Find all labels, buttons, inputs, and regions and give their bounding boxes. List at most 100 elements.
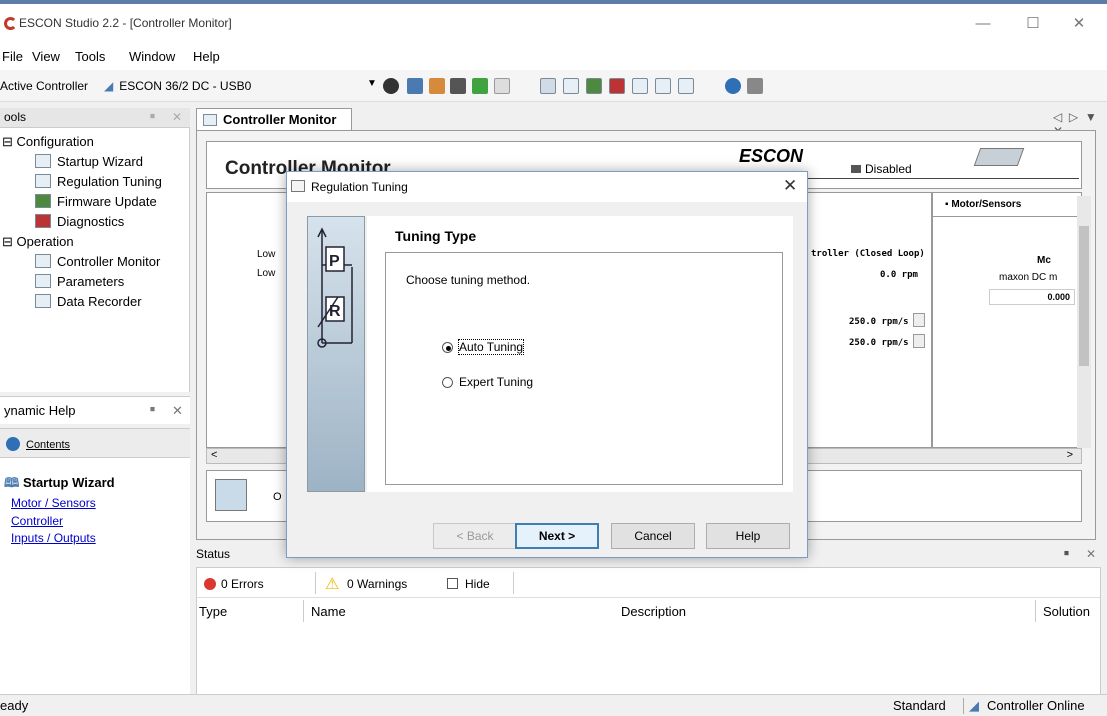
- diagnostics-tree-icon: [35, 214, 51, 228]
- scroll-left-icon[interactable]: <: [211, 449, 217, 461]
- close-panel-icon[interactable]: ✕: [1086, 547, 1096, 561]
- cancel-button[interactable]: Cancel: [611, 523, 695, 549]
- tree-diagnostics[interactable]: Diagnostics: [35, 214, 124, 229]
- parameters-tree-icon: [35, 274, 51, 288]
- document-icon[interactable]: [494, 78, 510, 94]
- dialog-icon: [291, 180, 305, 192]
- escon-logo: ESCON: [739, 146, 804, 166]
- regulation-tuning-icon[interactable]: [563, 78, 579, 94]
- dialog-close-button[interactable]: ✕: [783, 176, 797, 196]
- controller-monitor-icon[interactable]: [632, 78, 648, 94]
- context-help-icon[interactable]: [747, 78, 763, 94]
- column-solution[interactable]: Solution: [1043, 604, 1090, 619]
- help-link-controller[interactable]: Controller: [11, 514, 63, 528]
- hide-label: Hide: [465, 577, 490, 591]
- startup-wizard-icon[interactable]: [540, 78, 556, 94]
- binoculars-icon[interactable]: [383, 78, 399, 94]
- mode-value: troller (Closed Loop): [811, 249, 925, 259]
- accel-value-1: 250.0 rpm/s: [849, 317, 909, 327]
- tools-panel-header: ools ⏹ ✕: [0, 108, 190, 128]
- book-icon: 🕮: [4, 475, 23, 490]
- tree-item-label: Regulation Tuning: [57, 174, 162, 189]
- tab-menu-icon[interactable]: ▼: [1085, 110, 1097, 124]
- tree-startup-wizard[interactable]: Startup Wizard: [35, 154, 143, 169]
- parameters-icon[interactable]: [655, 78, 671, 94]
- tree-operation[interactable]: ⊟ Operation: [2, 234, 74, 250]
- controller-select[interactable]: ◢ ESCON 36/2 DC - USB0: [104, 76, 374, 96]
- tree-data-recorder[interactable]: Data Recorder: [35, 294, 142, 309]
- contents-link[interactable]: Contents: [26, 439, 70, 451]
- scroll-right-icon[interactable]: >: [1067, 449, 1073, 461]
- download-icon[interactable]: [472, 78, 488, 94]
- menu-tools[interactable]: Tools: [75, 49, 105, 64]
- vertical-scroll-thumb[interactable]: [1079, 226, 1089, 366]
- vertical-scrollbar[interactable]: [1077, 196, 1091, 448]
- column-type[interactable]: Type: [199, 604, 227, 619]
- eraser-icon[interactable]: [450, 78, 466, 94]
- warnings-count[interactable]: 0 Warnings: [347, 577, 407, 591]
- tab-left-icon[interactable]: ◁: [1053, 110, 1062, 124]
- help-icon[interactable]: [725, 78, 741, 94]
- help-link-motor-sensors[interactable]: Motor / Sensors: [11, 496, 96, 510]
- action-text: O: [273, 491, 282, 503]
- close-window-button[interactable]: ✕: [1064, 14, 1094, 34]
- next-button[interactable]: Next >: [515, 523, 599, 549]
- tab-right-icon[interactable]: ▷: [1069, 110, 1078, 124]
- pin-icon[interactable]: ⏹: [150, 404, 155, 415]
- errors-count[interactable]: 0 Errors: [221, 577, 264, 591]
- connect-icon[interactable]: [407, 78, 423, 94]
- tree-item-label: Controller Monitor: [57, 254, 161, 269]
- column-name[interactable]: Name: [311, 604, 346, 619]
- toolbar: Active Controller ◢ ESCON 36/2 DC - USB0 …: [0, 70, 1107, 102]
- auto-tuning-radio[interactable]: [442, 342, 453, 353]
- wizard-icon[interactable]: [429, 78, 445, 94]
- auto-tuning-label[interactable]: Auto Tuning: [457, 339, 525, 355]
- tree-item-label: Firmware Update: [57, 194, 157, 209]
- accel-spinner-2[interactable]: [913, 334, 925, 348]
- close-panel-icon[interactable]: ✕: [172, 403, 183, 419]
- tree-controller-monitor[interactable]: Controller Monitor: [35, 254, 160, 269]
- dynamic-help-header: ynamic Help ⏹ ✕: [0, 396, 190, 424]
- menu-file[interactable]: File: [2, 49, 23, 64]
- data-recorder-icon[interactable]: [678, 78, 694, 94]
- diagnostics-icon[interactable]: [609, 78, 625, 94]
- minimize-button[interactable]: —: [968, 14, 998, 34]
- online-status: Controller Online: [987, 698, 1085, 713]
- monitor-eye-icon[interactable]: [215, 479, 247, 511]
- tree-regulation-tuning[interactable]: Regulation Tuning: [35, 174, 162, 189]
- back-button[interactable]: < Back: [433, 523, 517, 549]
- tab-controller-monitor[interactable]: Controller Monitor: [196, 108, 352, 130]
- firmware-update-icon[interactable]: [586, 78, 602, 94]
- expert-tuning-label[interactable]: Expert Tuning: [459, 375, 533, 389]
- hide-checkbox[interactable]: [447, 578, 458, 589]
- help-button[interactable]: Help: [706, 523, 790, 549]
- dropdown-arrow-icon[interactable]: ▼: [367, 78, 377, 89]
- maximize-button[interactable]: ☐: [1018, 14, 1048, 34]
- dialog-heading: Tuning Type: [395, 228, 477, 244]
- pin-icon[interactable]: ⏹: [1064, 548, 1069, 559]
- menu-window[interactable]: Window: [129, 49, 175, 64]
- menu-view[interactable]: View: [32, 49, 60, 64]
- dynamic-help-title: ynamic Help: [4, 403, 76, 418]
- tools-tree: ⊟ Configuration Startup Wizard Regulatio…: [0, 128, 190, 392]
- close-panel-icon[interactable]: ✕: [172, 110, 182, 124]
- tree-configuration[interactable]: ⊟ Configuration: [2, 134, 94, 150]
- controller-icon: ◢: [104, 79, 114, 93]
- contents-bar[interactable]: Contents: [0, 428, 190, 458]
- accel-spinner-1[interactable]: [913, 313, 925, 327]
- window-title: ESCON Studio 2.2 - [Controller Monitor]: [19, 16, 232, 30]
- dialog-title-bar: Regulation Tuning ✕: [287, 172, 807, 202]
- controller-value: ESCON 36/2 DC - USB0: [119, 79, 252, 93]
- tree-firmware-update[interactable]: Firmware Update: [35, 194, 157, 209]
- help-link-inputs-outputs[interactable]: Inputs / Outputs: [11, 531, 96, 545]
- dynamic-help-body: 🕮 Startup Wizard Motor / Sensors Control…: [0, 458, 190, 694]
- startup-wizard-tree-icon: [35, 154, 51, 168]
- pin-icon[interactable]: ⏹: [150, 111, 155, 122]
- status-bar: eady Standard ◢ Controller Online: [0, 694, 1107, 716]
- help-heading-text: Startup Wizard: [22, 475, 115, 490]
- collapse-icon: ⊟: [2, 134, 17, 149]
- menu-help[interactable]: Help: [193, 49, 220, 64]
- expert-tuning-radio[interactable]: [442, 377, 453, 388]
- tree-parameters[interactable]: Parameters: [35, 274, 124, 289]
- column-description[interactable]: Description: [621, 604, 686, 619]
